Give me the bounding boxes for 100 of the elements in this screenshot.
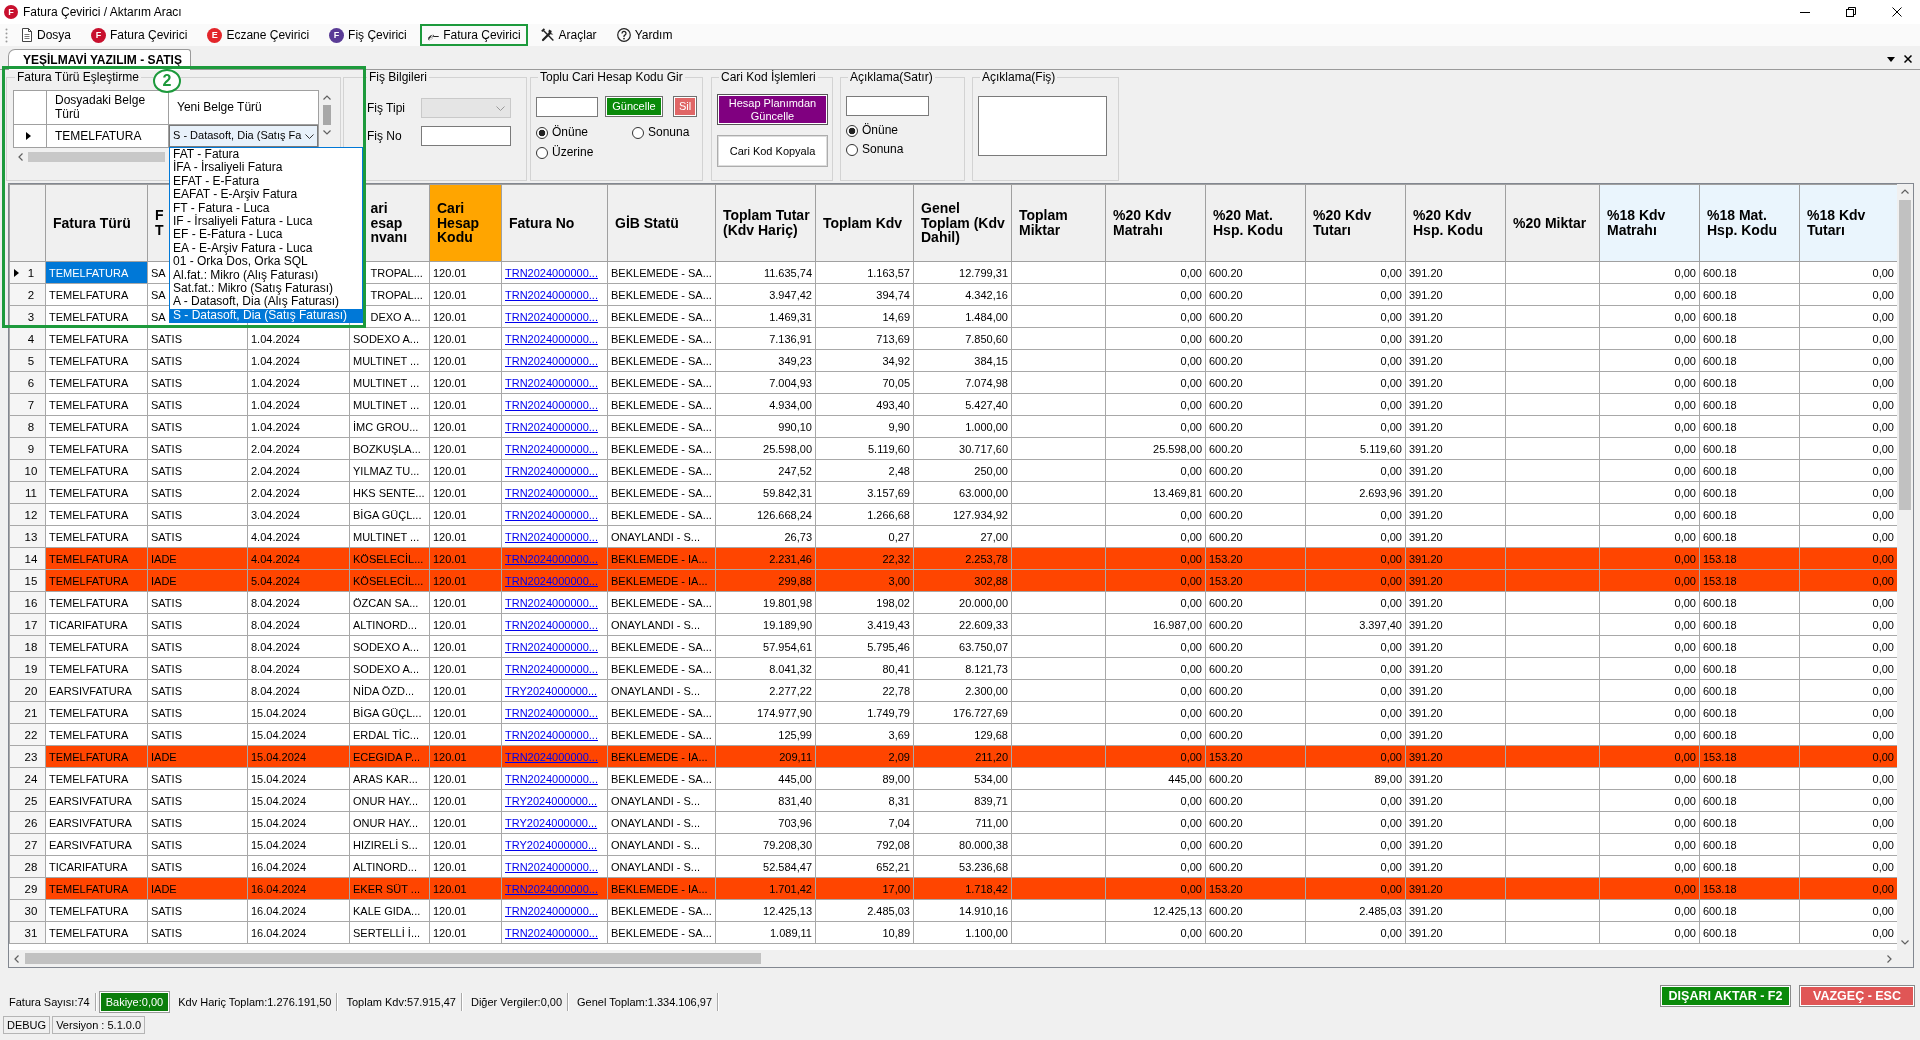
dropdown-option[interactable]: IF - İrsaliyeli Fatura - Luca [170,215,362,229]
table-row[interactable]: 29 TEMELFATURA IADE 16.04.2024 EKER SÜT ... 120.01 TRN2024000000... BEKLEMEDE - IA... 1.701,42 17,00 1.718,42 0,00 153.20 0,00 391.20 0,00 153.18 0,00 [9,877,1897,900]
table-row[interactable]: 15 TEMELFATURA IADE 5.04.2024 KÖSELECİL... 120.01 TRN2024000000... BEKLEMEDE - IA... 299,88 3,00 302,88 0,00 153.20 0,00 391.20 0,00 153.18 0,00 [9,569,1897,592]
dropdown-option[interactable]: S - Datasoft, Dia (Satış Faturası) [170,308,362,323]
input-field[interactable] [536,96,598,117]
scrollbar-thumb[interactable] [25,953,761,964]
table-row[interactable]: 20 EARSIVFATURA SATIS 8.04.2024 NİDA ÖZD... 120.01 TRY2024000000... ONAYLANDI - S... 2.277,22 22,78 2.300,00 0,00 600.20 0,00 391.20 0,00 600.18 0,00 [9,679,1897,702]
minimize-icon[interactable] [1800,11,1810,13]
radio-button[interactable] [846,124,858,137]
close-icon[interactable] [1892,7,1902,17]
table-cell: 11.635,74 [715,261,816,284]
table-row[interactable]: 10 TEMELFATURA SATIS 2.04.2024 YILMAZ TU... 120.01 TRN2024000000... BEKLEMEDE - SA... 247,52 2,48 250,00 0,00 600.20 0,00 391.20 0,00 600.18 0,00 [9,459,1897,482]
table-row[interactable]: 13 TEMELFATURA SATIS 4.04.2024 MULTINET ... 120.01 TRN2024000000... ONAYLANDI - S... 26,73 0,27 27,00 0,00 600.20 0,00 391.20 0,00 600.18 0,00 [9,525,1897,548]
dropdown-option[interactable]: EAFAT - E-Arşiv Fatura [170,188,362,202]
table-cell: 8.121,73 [913,657,1012,680]
table-row[interactable]: 17 TICARIFATURA SATIS 8.04.2024 ALTINORD... 120.01 TRN2024000000... ONAYLANDI - S... 19.189,90 3.419,43 22.609,33 16.987,00 600.20 3.397,40 391.20 0,00 600.18 0,00 [9,613,1897,636]
scroll-down-icon[interactable] [1901,940,1909,945]
column-header[interactable]: F T [155,208,164,238]
menu-item[interactable]: Araçlar [533,24,604,46]
action-button[interactable]: VAZGEÇ - ESC [1800,986,1914,1006]
action-button[interactable]: Cari Kod Kopyala [717,135,828,167]
tab[interactable]: YEŞİLMAVİ YAZILIM - SATIŞ [8,49,191,70]
table-row[interactable]: 22 TEMELFATURA SATIS 15.04.2024 ERDAL TİC... 120.01 TRN2024000000... BEKLEMEDE - SA... 125,99 3,69 129,68 0,00 600.20 0,00 391.20 0,00 600.18 0,00 [9,723,1897,746]
scrollbar-thumb[interactable] [322,105,331,125]
action-button[interactable]: Güncelle [605,96,663,117]
column-header[interactable]: %18 Kdv Tutarı [1799,184,1897,262]
input-field[interactable] [846,96,929,116]
column-header[interactable]: Toplam Kdv [815,184,914,262]
column-header[interactable]: Yeni Belge Türü [168,90,319,125]
table-row[interactable]: 12 TEMELFATURA SATIS 3.04.2024 BİGA GÜÇL... 120.01 TRN2024000000... BEKLEMEDE - SA... 126.668,24 1.266,68 127.934,92 0,00 600.20 0,00 391.20 0,00 600.18 0,00 [9,503,1897,526]
column-header[interactable]: Cari Hesap Kodu [429,184,502,262]
table-row[interactable]: 23 TEMELFATURA IADE 15.04.2024 ECEGIDA P... 120.01 TRN2024000000... BEKLEMEDE - IA... 209,11 2,09 211,20 0,00 153.20 0,00 391.20 0,00 153.18 0,00 [9,745,1897,768]
column-header[interactable]: Toplam Miktar [1011,184,1106,262]
column-header[interactable]: %18 Kdv Matrahı [1599,184,1700,262]
radio-button[interactable] [536,126,548,139]
table-row[interactable]: 7 TEMELFATURA SATIS 1.04.2024 MULTINET ... 120.01 TRN2024000000... BEKLEMEDE - SA... 4.934,00 493,40 5.427,40 0,00 600.20 0,00 391.20 0,00 600.18 0,00 [9,393,1897,416]
table-row[interactable]: 11 TEMELFATURA SATIS 2.04.2024 HKS SENTE... 120.01 TRN2024000000... BEKLEMEDE - SA... 59.842,31 3.157,69 63.000,00 13.469,81 600.20 2.693,96 391.20 0,00 600.18 0,00 [9,481,1897,504]
table-row[interactable]: 8 TEMELFATURA SATIS 1.04.2024 İMC GROU... 120.01 TRN2024000000... BEKLEMEDE - SA... 990,10 9,90 1.000,00 0,00 600.20 0,00 391.20 0,00 600.18 0,00 [9,415,1897,438]
action-button[interactable]: Hesap Planımdan Güncelle [717,94,828,125]
column-header[interactable]: %20 Mat. Hsp. Kodu [1205,184,1306,262]
column-header[interactable]: Fatura Türü [45,184,148,262]
column-header[interactable]: %20 Miktar [1505,184,1600,262]
menu-item[interactable]: Yardım [609,24,680,46]
column-header[interactable]: %20 Kdv Hsp. Kodu [1405,184,1506,262]
caret-icon[interactable] [1887,56,1895,62]
table-row[interactable]: 30 TEMELFATURA SATIS 16.04.2024 KALE GIDA... 120.01 TRN2024000000... BEKLEMEDE - SA... 12.425,13 2.485,03 14.910,16 12.425,13 600.20 2.485,03 391.20 0,00 600.18 0,00 [9,899,1897,922]
menu-item[interactable]: E Eczane Çevirici [200,24,317,46]
scroll-right-icon[interactable] [1887,954,1892,963]
dropdown-option[interactable]: Al.fat.: Mikro (Alış Faturası) [170,268,362,283]
radio-button[interactable] [536,146,548,159]
input-field[interactable] [421,126,511,146]
dropdown-option[interactable]: Sat.fat.: Mikro (Satış Faturası) [170,282,362,296]
scrollbar[interactable] [1897,184,1913,950]
table-row[interactable]: 5 TEMELFATURA SATIS 1.04.2024 MULTINET ... 120.01 TRN2024000000... BEKLEMEDE - SA... 349,23 34,92 384,15 0,00 600.20 0,00 391.20 0,00 600.18 0,00 [9,349,1897,372]
dropdown-option[interactable]: İFA - İrsaliyeli Fatura [170,161,362,175]
column-header[interactable]: Genel Toplam (Kdv Dahil) [913,184,1012,262]
scroll-left-icon[interactable] [18,152,23,161]
table-row[interactable]: 16 TEMELFATURA SATIS 8.04.2024 ÖZCAN SA... 120.01 TRN2024000000... BEKLEMEDE - SA... 19.801,98 198,02 20.000,00 0,00 600.20 0,00 391.20 0,00 600.18 0,00 [9,591,1897,614]
text-area[interactable] [978,96,1107,156]
table-row[interactable]: 9 TEMELFATURA SATIS 2.04.2024 BOZKUŞLA... 120.01 TRN2024000000... BEKLEMEDE - SA... 25.598,00 5.119,60 30.717,60 25.598,00 600.20 5.119,60 391.20 0,00 600.18 0,00 [9,437,1897,460]
restore-icon[interactable] [1846,7,1856,17]
scrollbar[interactable] [9,950,1897,967]
menu-item[interactable]: Dosya [14,24,78,46]
table-row[interactable]: 21 TEMELFATURA SATIS 15.04.2024 BİGA GÜÇL... 120.01 TRN2024000000... BEKLEMEDE - SA... 174.977,90 1.749,79 176.727,69 0,00 600.20 0,00 391.20 0,00 600.18 0,00 [9,701,1897,724]
column-header[interactable]: GİB Statü [607,184,716,262]
table-row[interactable]: 26 EARSIVFATURA SATIS 15.04.2024 ONUR HAY... 120.01 TRY2024000000... ONAYLANDI - S... 703,96 7,04 711,00 0,00 600.20 0,00 391.20 0,00 600.18 0,00 [9,811,1897,834]
column-header[interactable]: %20 Kdv Tutarı [1305,184,1406,262]
close-icon[interactable] [1904,55,1912,63]
table-row[interactable]: 31 TEMELFATURA SATIS 16.04.2024 SERTELLİ İ... 120.01 TRN2024000000... BEKLEMEDE - SA... 1.089,11 10,89 1.100,00 0,00 600.20 0,00 391.20 0,00 600.18 0,00 [9,921,1897,944]
radio-button[interactable] [846,143,858,156]
table-row[interactable]: 14 TEMELFATURA IADE 4.04.2024 KÖSELECİL... 120.01 TRN2024000000... BEKLEMEDE - IA... 2.231,46 22,32 2.253,78 0,00 153.20 0,00 391.20 0,00 153.18 0,00 [9,547,1897,570]
table-row[interactable]: 6 TEMELFATURA SATIS 1.04.2024 MULTINET ... 120.01 TRN2024000000... BEKLEMEDE - SA... 7.004,93 70,05 7.074,98 0,00 600.20 0,00 391.20 0,00 600.18 0,00 [9,371,1897,394]
scroll-up-icon[interactable] [1901,189,1909,194]
scrollbar-thumb[interactable] [28,151,165,162]
table-row[interactable]: 4 TEMELFATURA SATIS 1.04.2024 SODEXO A... 120.01 TRN2024000000... BEKLEMEDE - SA... 7.136,91 713,69 7.850,60 0,00 600.20 0,00 391.20 0,00 600.18 0,00 [9,327,1897,350]
column-header[interactable]: Fatura No [501,184,608,262]
table-row[interactable]: 24 TEMELFATURA SATIS 15.04.2024 ARAS KAR... 120.01 TRN2024000000... BEKLEMEDE - SA... 445,00 89,00 534,00 445,00 600.20 89,00 391.20 0,00 600.18 0,00 [9,767,1897,790]
menu-item[interactable]: F Fatura Çevirici [84,24,195,46]
menu-item[interactable]: F Fiş Çevirici [322,24,414,46]
dropdown-option[interactable]: EF - E-Fatura - Luca [170,228,362,242]
dropdown-option[interactable]: EFAT - E-Fatura [170,174,362,189]
scroll-left-icon[interactable] [14,954,19,963]
menu-item[interactable]: ℯ– Fatura Çevirici [419,24,528,46]
table-row[interactable]: 28 TICARIFATURA SATIS 16.04.2024 ALTINORD... 120.01 TRN2024000000... ONAYLANDI - S... 52.584,47 652,21 53.236,68 0,00 600.20 0,00 391.20 0,00 600.18 0,00 [9,855,1897,878]
table-row[interactable]: 18 TEMELFATURA SATIS 8.04.2024 SODEXO A... 120.01 TRN2024000000... BEKLEMEDE - SA... 57.954,61 5.795,46 63.750,07 0,00 600.20 0,00 391.20 0,00 600.18 0,00 [9,635,1897,658]
column-header[interactable]: %18 Mat. Hsp. Kodu [1699,184,1800,262]
table-row[interactable]: 25 EARSIVFATURA SATIS 15.04.2024 ONUR HAY... 120.01 TRY2024000000... ONAYLANDI - S... 831,40 8,31 839,71 0,00 600.20 0,00 391.20 0,00 600.18 0,00 [9,789,1897,812]
radio-button[interactable] [632,126,644,139]
column-header[interactable]: Toplam Tutar (Kdv Hariç) [715,184,816,262]
table-row[interactable]: 19 TEMELFATURA SATIS 8.04.2024 SODEXO A... 120.01 TRN2024000000... BEKLEMEDE - SA... 8.041,32 80,41 8.121,73 0,00 600.20 0,00 391.20 0,00 600.18 0,00 [9,657,1897,680]
scroll-down-icon[interactable] [322,130,331,135]
scroll-up-icon[interactable] [322,95,331,100]
table-row[interactable]: 27 EARSIVFATURA SATIS 15.04.2024 HIZIRELİ S... 120.01 TRY2024000000... ONAYLANDI - S... 79.208,30 792,08 80.000,38 0,00 600.20 0,00 391.20 0,00 600.18 0,00 [9,833,1897,856]
dropdown-option[interactable]: EA - E-Arşiv Fatura - Luca [170,241,362,256]
column-header[interactable]: %20 Kdv Matrahı [1105,184,1206,262]
action-button[interactable]: DIŞARI AKTAR - F2 [1661,986,1790,1006]
dropdown-field[interactable]: S - Datasoft, Dia (Satış Fa [169,125,318,147]
dropdown-option[interactable]: FT - Fatura - Luca [170,201,362,216]
scrollbar-thumb[interactable] [1899,200,1911,510]
column-header[interactable]: Dosyadaki Belge Türü [46,90,169,125]
